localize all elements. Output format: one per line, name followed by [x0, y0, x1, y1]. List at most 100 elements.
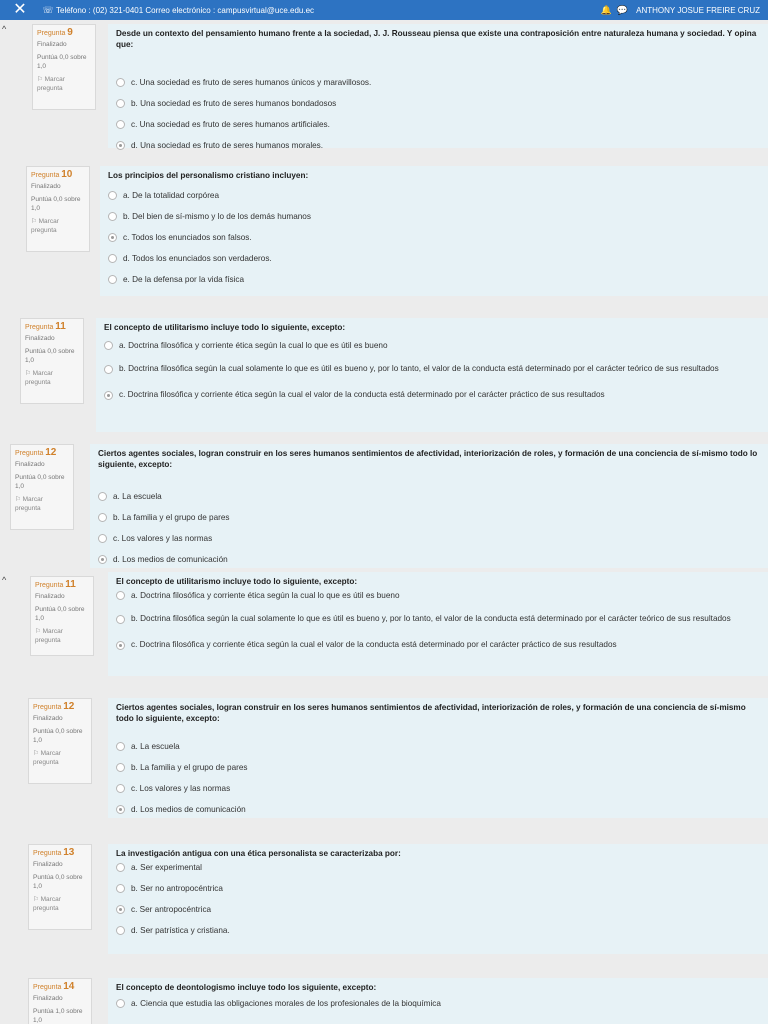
question-content: Ciertos agentes sociales, logran constru… — [90, 444, 768, 568]
radio-button[interactable] — [116, 640, 125, 650]
question-number: 11 — [65, 579, 76, 590]
question-state: Finalizado — [35, 593, 65, 600]
answer-option-text: b. Una sociedad es fruto de seres humano… — [131, 98, 337, 108]
radio-button[interactable] — [116, 614, 125, 624]
answer-option[interactable]: a. De la totalidad corpórea — [108, 185, 760, 206]
radio-button[interactable] — [108, 275, 117, 284]
answer-option[interactable]: e. De la defensa por la vida física — [108, 269, 760, 290]
answer-option[interactable]: c. Todos los enunciados son falsos. — [108, 227, 760, 248]
answer-option-text: d. Los medios de comunicación — [131, 804, 246, 814]
answer-option-text: a. La escuela — [113, 491, 162, 501]
flag-icon: ⚐ — [35, 628, 43, 635]
chevron-up-icon[interactable]: ^ — [2, 575, 6, 585]
answer-option[interactable]: b. La familia y el grupo de pares — [98, 507, 760, 528]
answer-option[interactable]: a. Ser experimental — [116, 857, 760, 878]
radio-button[interactable] — [104, 390, 113, 400]
question-label: Pregunta — [33, 850, 62, 857]
question-number: 11 — [55, 321, 66, 332]
radio-button[interactable] — [116, 905, 125, 914]
answer-option[interactable]: a. La escuela — [98, 486, 760, 507]
radio-button[interactable] — [116, 591, 125, 600]
answer-option[interactable]: c. Los valores y las normas — [98, 528, 760, 549]
question-content: El concepto de utilitarismo incluye todo… — [108, 572, 768, 676]
question-state: Finalizado — [25, 335, 55, 342]
question-text: Ciertos agentes sociales, logran constru… — [98, 449, 758, 469]
radio-button[interactable] — [108, 233, 117, 242]
flag-question-link[interactable]: ⚐ Marcar pregunta — [33, 895, 87, 913]
answer-option-text: c. Una sociedad es fruto de seres humano… — [131, 119, 330, 129]
answer-option[interactable]: c. Ser antropocéntrica — [116, 899, 760, 920]
answer-option[interactable]: a. Doctrina filosófica y corriente ética… — [104, 335, 760, 356]
question-number: 14 — [63, 981, 75, 992]
radio-button[interactable] — [108, 212, 117, 221]
answer-options: c. Una sociedad es fruto de seres humano… — [116, 72, 760, 156]
question-heading: Pregunta 12 — [15, 448, 69, 458]
close-icon[interactable]: ✕ — [0, 0, 40, 20]
answer-option[interactable]: a. Ciencia que estudia las obligaciones … — [116, 993, 760, 1014]
answer-option[interactable]: d. Todos los enunciados son verdaderos. — [108, 248, 760, 269]
flag-question-link[interactable]: ⚐ Marcar pregunta — [25, 369, 79, 387]
radio-button[interactable] — [116, 141, 125, 150]
question-score: Puntúa 0,0 sobre 1,0 — [15, 474, 65, 490]
answer-option[interactable]: d. Una sociedad es fruto de seres humano… — [116, 135, 760, 156]
question-info: Pregunta 11 Finalizado Puntúa 0,0 sobre 1,… — [20, 318, 84, 404]
answer-option[interactable]: b. Una sociedad es fruto de seres humano… — [116, 93, 760, 114]
radio-button[interactable] — [116, 784, 125, 793]
chat-icon[interactable]: 💬 — [614, 5, 630, 16]
radio-button[interactable] — [116, 742, 125, 751]
radio-button[interactable] — [104, 341, 113, 350]
flag-question-link[interactable]: ⚐ Marcar pregunta — [15, 495, 69, 513]
radio-button[interactable] — [116, 884, 125, 893]
flag-question-link[interactable]: ⚐ Marcar pregunta — [35, 627, 89, 645]
question-heading: Pregunta 13 — [33, 848, 87, 858]
answer-option[interactable]: c. Una sociedad es fruto de seres humano… — [116, 114, 760, 135]
radio-button[interactable] — [116, 999, 125, 1008]
radio-button[interactable] — [98, 534, 107, 543]
answer-option[interactable]: c. Doctrina filosófica y corriente ética… — [104, 382, 760, 408]
answer-option[interactable]: c. Doctrina filosófica y corriente ética… — [116, 632, 760, 658]
answer-option[interactable]: a. La escuela — [116, 736, 760, 757]
radio-button[interactable] — [98, 555, 107, 564]
answer-option-text: a. De la totalidad corpórea — [123, 190, 220, 200]
flag-question-link[interactable]: ⚐ Marcar pregunta — [37, 75, 91, 93]
answer-option[interactable]: c. Los valores y las normas — [116, 778, 760, 799]
question-info: Pregunta 12 Finalizado Puntúa 0,0 sobre 1,… — [10, 444, 74, 530]
radio-button[interactable] — [116, 120, 125, 129]
question-label: Pregunta — [25, 324, 54, 331]
answer-option[interactable]: b. Doctrina filosófica según la cual sol… — [104, 356, 760, 382]
answer-option[interactable]: b. Ser no antropocéntrica — [116, 878, 760, 899]
radio-button[interactable] — [116, 805, 125, 814]
question-score: Puntúa 0,0 sobre 1,0 — [35, 606, 85, 622]
radio-button[interactable] — [116, 926, 125, 935]
answer-option[interactable]: b. La familia y el grupo de pares — [116, 757, 760, 778]
radio-button[interactable] — [116, 863, 125, 872]
radio-button[interactable] — [104, 364, 113, 374]
answer-option-text: e. De la defensa por la vida física — [123, 274, 245, 284]
flag-question-link[interactable]: ⚐ Marcar pregunta — [33, 749, 87, 767]
answer-option[interactable]: b. Doctrina filosófica según la cual sol… — [116, 606, 760, 632]
answer-option[interactable]: d. Los medios de comunicación — [98, 549, 760, 570]
radio-button[interactable] — [108, 254, 117, 263]
answer-option[interactable]: d. Ser patrística y cristiana. — [116, 920, 760, 941]
question-text: Ciertos agentes sociales, logran constru… — [116, 703, 746, 723]
answer-options: a. Ser experimental b. Ser no antropocént… — [116, 857, 760, 941]
answer-option[interactable]: a. Doctrina filosófica y corriente ética… — [116, 585, 760, 606]
radio-button[interactable] — [116, 78, 125, 87]
answer-option-text: c. Una sociedad es fruto de seres humano… — [131, 77, 372, 87]
radio-button[interactable] — [98, 513, 107, 522]
question-content: El concepto de utilitarismo incluye todo… — [96, 318, 768, 432]
answer-option[interactable]: b. Del bien de sí-mismo y lo de los demá… — [108, 206, 760, 227]
radio-button[interactable] — [116, 763, 125, 772]
bell-icon[interactable]: 🔔 — [598, 5, 614, 16]
answer-option-text: d. Todos los enunciados son verdaderos. — [123, 253, 272, 263]
chevron-up-icon[interactable]: ^ — [2, 24, 6, 34]
radio-button[interactable] — [98, 492, 107, 501]
radio-button[interactable] — [116, 99, 125, 108]
answer-option[interactable]: d. Los medios de comunicación — [116, 799, 760, 820]
radio-button[interactable] — [108, 191, 117, 200]
flag-question-link[interactable]: ⚐ Marcar pregunta — [31, 217, 85, 235]
question-state: Finalizado — [33, 715, 63, 722]
question-label: Pregunta — [33, 984, 62, 991]
answer-option[interactable]: c. Una sociedad es fruto de seres humano… — [116, 72, 760, 93]
user-name[interactable]: ANTHONY JOSUE FREIRE CRUZ — [630, 6, 768, 15]
